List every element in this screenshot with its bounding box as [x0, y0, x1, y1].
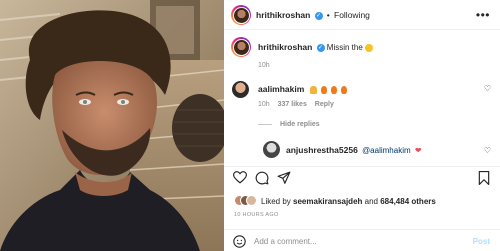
hide-replies-button[interactable]: Hide replies: [258, 121, 320, 128]
comment-icon[interactable]: [255, 171, 269, 185]
commenter-avatar[interactable]: [232, 81, 249, 98]
caption-author-avatar[interactable]: [231, 37, 251, 57]
post-photo[interactable]: [0, 0, 224, 251]
author-avatar[interactable]: [231, 5, 251, 25]
action-bar: [224, 166, 500, 188]
reply-button[interactable]: Reply: [315, 101, 334, 108]
liked-by-and: and: [364, 197, 378, 206]
red-heart-emoji-icon: ❤: [414, 146, 422, 155]
like-heart-icon[interactable]: [233, 171, 247, 184]
sun-emoji-icon: [365, 43, 374, 52]
liked-by-others[interactable]: 684,484 others: [380, 197, 436, 206]
add-comment-input[interactable]: Add a comment...: [254, 237, 317, 246]
header-separator: •: [326, 10, 330, 20]
fire-emoji-icon: [341, 85, 348, 94]
fire-emoji-icon: [331, 85, 338, 94]
hide-replies-line: [258, 123, 272, 125]
comment-aalimhakim: aalimhakim: [258, 84, 348, 94]
liked-by-prefix: Liked by: [261, 197, 291, 206]
like-comment-heart-icon[interactable]: ♡: [484, 84, 491, 93]
add-comment-row: Add a comment... Post: [224, 229, 500, 251]
liked-by-user[interactable]: seemakiransajdeh: [293, 197, 362, 206]
emoji-icon[interactable]: [233, 235, 246, 248]
share-icon[interactable]: [277, 171, 291, 185]
post-timestamp[interactable]: 10 HOURS AGO: [234, 212, 279, 218]
comment-time: 10h: [258, 101, 270, 108]
like-reply-heart-icon[interactable]: ♡: [484, 146, 491, 155]
reply-mention[interactable]: @aalimhakim: [362, 146, 411, 155]
comment-likes[interactable]: 337 likes: [278, 101, 307, 108]
verified-badge-icon: ✓: [316, 43, 325, 52]
author-username[interactable]: hrithikroshan: [256, 10, 310, 20]
hide-replies-label: Hide replies: [280, 121, 320, 128]
likes-summary: Liked by seemakiransajdeh and 684,484 ot…: [261, 197, 436, 206]
more-options-icon[interactable]: •••: [476, 8, 490, 22]
caption-text: Missin the: [326, 43, 363, 52]
post-sidebar: hrithikroshan ✓ • Following ••• hrithikr…: [224, 0, 500, 251]
praying-emoji-icon: [309, 85, 317, 94]
post-header: hrithikroshan ✓ • Following •••: [224, 0, 500, 30]
comment-meta: 10h 337 likes Reply: [258, 101, 334, 108]
comment-username[interactable]: aalimhakim: [258, 84, 304, 94]
liker-avatar: [246, 195, 257, 206]
caption: hrithikroshan ✓ Missin the: [258, 42, 374, 52]
following-button[interactable]: Following: [334, 10, 370, 20]
post-image: [0, 0, 224, 251]
reply-avatar[interactable]: [263, 141, 280, 158]
save-bookmark-icon[interactable]: [478, 171, 490, 185]
post-comment-button[interactable]: Post: [473, 237, 490, 246]
caption-username[interactable]: hrithikroshan: [258, 42, 312, 52]
reply-username[interactable]: anjushrestha5256: [286, 145, 358, 155]
verified-badge-icon: ✓: [314, 11, 323, 20]
fire-emoji-icon: [320, 85, 327, 94]
reply-comment: anjushrestha5256 @aalimhakim ❤: [286, 145, 422, 155]
caption-time: 10h: [258, 62, 270, 69]
